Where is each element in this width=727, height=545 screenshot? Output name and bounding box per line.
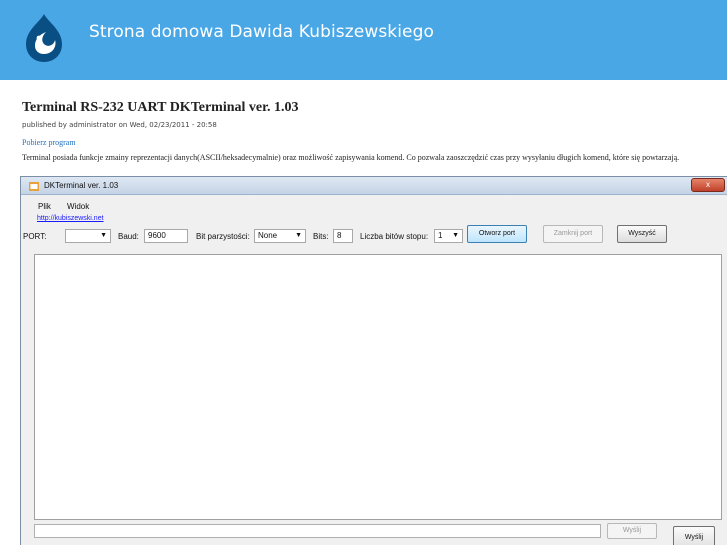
menu-widok[interactable]: Widok bbox=[67, 202, 89, 211]
submitted-info: published by administrator on Wed, 02/23… bbox=[22, 121, 217, 129]
stopbits-value: 1 bbox=[438, 231, 443, 240]
parity-value: None bbox=[258, 231, 278, 240]
send-input[interactable] bbox=[34, 524, 601, 538]
stopbits-label: Liczba bitów stopu: bbox=[360, 232, 429, 241]
window-title: DKTerminal ver. 1.03 bbox=[44, 181, 119, 190]
site-link[interactable]: http://kubiszewski.net bbox=[37, 215, 104, 222]
download-link[interactable]: Pobierz program bbox=[22, 138, 76, 147]
port-label: PORT: bbox=[23, 232, 47, 241]
bits-input[interactable]: 8 bbox=[333, 229, 353, 243]
site-title[interactable]: Strona domowa Dawida Kubiszewskiego bbox=[89, 22, 434, 42]
page-title[interactable]: Terminal RS-232 UART DKTerminal ver. 1.0… bbox=[22, 100, 299, 116]
chevron-down-icon: ▼ bbox=[452, 232, 459, 239]
window-titlebar: DKTerminal ver. 1.03 x bbox=[21, 177, 727, 195]
site-header: Strona domowa Dawida Kubiszewskiego bbox=[0, 0, 727, 80]
drupal-logo-icon[interactable] bbox=[22, 12, 66, 64]
parity-label: Bit parzystości: bbox=[196, 232, 250, 241]
terminal-output[interactable] bbox=[34, 254, 722, 520]
send-button-2[interactable]: Wyślij bbox=[673, 526, 715, 545]
close-port-button[interactable]: Zamknij port bbox=[543, 225, 603, 243]
menu-plik[interactable]: Plik bbox=[38, 202, 51, 211]
clear-button[interactable]: Wyszyść bbox=[617, 225, 667, 243]
baud-input[interactable]: 9600 bbox=[144, 229, 188, 243]
chevron-down-icon: ▼ bbox=[295, 232, 302, 239]
close-button[interactable]: x bbox=[691, 178, 725, 192]
app-window-screenshot: DKTerminal ver. 1.03 x Plik Widok http:/… bbox=[20, 176, 727, 545]
parity-select[interactable]: None ▼ bbox=[254, 229, 306, 243]
send-button[interactable]: Wyślij bbox=[607, 523, 657, 539]
window-app-icon bbox=[29, 182, 39, 191]
article-description: Terminal posiada funkcje zmainy reprezen… bbox=[22, 153, 680, 162]
port-select[interactable]: ▼ bbox=[65, 229, 111, 243]
baud-label: Baud: bbox=[118, 232, 139, 241]
chevron-down-icon: ▼ bbox=[100, 232, 107, 239]
menubar: Plik Widok bbox=[21, 198, 727, 212]
stopbits-select[interactable]: 1 ▼ bbox=[434, 229, 463, 243]
open-port-button[interactable]: Otworz port bbox=[467, 225, 527, 243]
bits-label: Bits: bbox=[313, 232, 329, 241]
